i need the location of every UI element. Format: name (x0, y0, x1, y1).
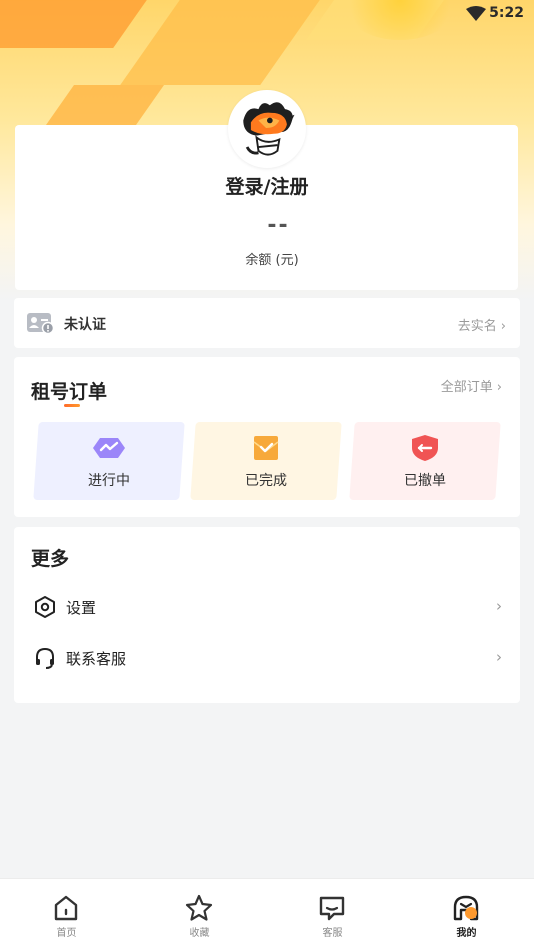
bottom-tab-bar: 首页 收藏 客服 我的 (0, 878, 534, 949)
balance-value: -- (267, 213, 290, 238)
balance-label: 余额 (元) (245, 253, 299, 268)
order-tile-in-progress[interactable]: 进行中 (33, 422, 185, 500)
chevron-right-icon: › (500, 319, 506, 334)
tab-label: 收藏 (189, 928, 210, 939)
header-decor-stripe (45, 85, 165, 125)
status-time: 5:22 (489, 5, 524, 21)
tab-favorites[interactable]: 收藏 (133, 879, 266, 949)
mine-icon (453, 895, 479, 921)
tab-home[interactable]: 首页 (0, 879, 133, 949)
order-tile-label: 已撤单 (404, 473, 446, 489)
verify-now-link[interactable]: 去实名 › (458, 315, 506, 334)
chevron-right-icon: › (496, 380, 502, 395)
in-progress-icon (93, 438, 125, 458)
all-orders-link[interactable]: 全部订单 › (441, 376, 502, 395)
menu-item-contact-support[interactable]: 联系客服 › (14, 638, 520, 678)
rental-orders-card: 租号订单 全部订单 › 进行中 已完成 已撤单 (14, 357, 520, 517)
tab-customer-service[interactable]: 客服 (266, 879, 399, 949)
headset-icon (36, 647, 54, 669)
home-icon (54, 895, 78, 921)
verification-status: 未认证 (64, 317, 106, 333)
settings-icon (35, 596, 55, 618)
menu-item-label: 联系客服 (66, 650, 127, 668)
tab-label: 客服 (322, 928, 343, 939)
verification-row[interactable]: 未认证 去实名 › (14, 298, 520, 348)
id-card-icon (27, 313, 54, 335)
chevron-right-icon: › (496, 597, 502, 615)
tab-label: 首页 (56, 928, 77, 939)
chevron-right-icon: › (496, 648, 502, 666)
message-icon (319, 896, 345, 921)
more-card: 更多 设置 › 联系客服 › (14, 527, 520, 703)
tab-mine[interactable]: 我的 (400, 879, 533, 949)
verify-now-label: 去实名 (457, 319, 497, 334)
dragon-avatar-icon[interactable] (228, 90, 306, 168)
orders-title: 租号订单 (31, 381, 108, 403)
order-tile-completed[interactable]: 已完成 (190, 422, 342, 500)
all-orders-label: 全部订单 (440, 380, 493, 395)
menu-item-settings[interactable]: 设置 › (14, 587, 520, 627)
order-tile-cancelled[interactable]: 已撤单 (349, 422, 501, 500)
login-register-link[interactable]: 登录/注册 (0, 172, 534, 199)
order-tile-label: 已完成 (245, 473, 287, 489)
title-underline (64, 404, 80, 407)
cancelled-icon (412, 435, 438, 461)
tab-label: 我的 (456, 928, 477, 939)
menu-item-label: 设置 (66, 599, 97, 617)
status-bar: 5:22 (0, 0, 534, 28)
more-title: 更多 (31, 548, 70, 570)
completed-icon (253, 436, 279, 460)
star-icon (185, 894, 213, 921)
order-tile-label: 进行中 (88, 473, 130, 489)
wifi-icon (466, 6, 486, 21)
